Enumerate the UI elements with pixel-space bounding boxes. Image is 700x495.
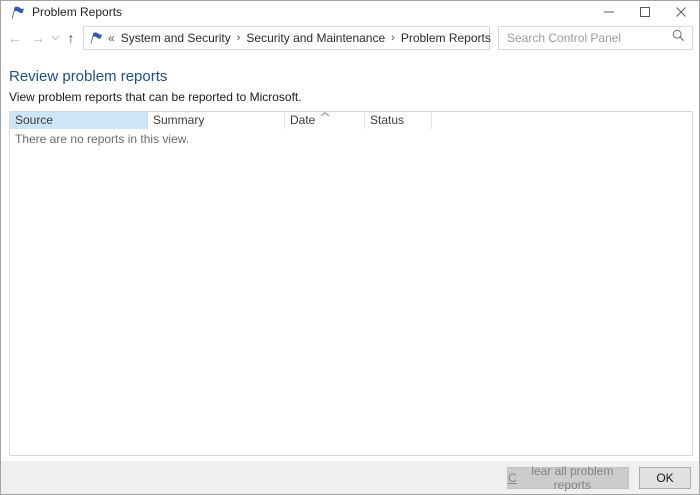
footer-bar: Clear all problem reports OK — [1, 461, 699, 494]
breadcrumb-item-security-and-maintenance[interactable]: Security and Maintenance — [246, 31, 385, 45]
problem-reports-list: Source Summary Date Status There are no … — [9, 111, 693, 456]
minimize-icon — [604, 11, 614, 13]
breadcrumb-item-system-and-security[interactable]: System and Security — [121, 31, 231, 45]
back-icon: ← — [8, 30, 22, 46]
up-button[interactable]: ↑ — [62, 23, 80, 53]
breadcrumb-separator-chevron[interactable]: › — [237, 32, 241, 44]
breadcrumb-separator-chevron[interactable]: › — [391, 32, 395, 44]
title-bar: Problem Reports — [1, 1, 699, 23]
back-button[interactable]: ← — [5, 23, 25, 53]
problem-reports-window: Problem Reports ← → ↑ « System and Secur… — [0, 0, 700, 495]
page-description: View problem reports that can be reporte… — [9, 90, 302, 104]
column-header-source[interactable]: Source — [10, 112, 148, 129]
close-button[interactable] — [663, 1, 699, 23]
security-flag-icon — [89, 31, 103, 45]
forward-icon: → — [31, 30, 45, 46]
list-header: Source Summary Date Status — [10, 112, 692, 129]
search-input[interactable] — [499, 27, 672, 49]
clear-all-problem-reports-button[interactable]: Clear all problem reports — [507, 463, 629, 492]
window-title: Problem Reports — [32, 5, 123, 19]
column-header-date[interactable]: Date — [285, 112, 365, 129]
sort-ascending-icon — [320, 112, 329, 117]
maximize-button[interactable] — [627, 1, 663, 23]
empty-list-message: There are no reports in this view. — [15, 132, 190, 146]
search-box — [498, 26, 693, 50]
close-icon — [676, 7, 686, 17]
search-icon[interactable] — [672, 29, 685, 47]
ok-button[interactable]: OK — [639, 466, 691, 489]
column-header-status[interactable]: Status — [365, 112, 432, 129]
clear-button-label: lear all problem reports — [531, 463, 614, 492]
address-bar[interactable]: « System and Security › Security and Mai… — [83, 26, 519, 50]
maximize-icon — [640, 7, 650, 17]
column-header-summary[interactable]: Summary — [148, 112, 285, 129]
recent-pages-button[interactable] — [49, 23, 62, 53]
page-title: Review problem reports — [9, 68, 168, 85]
minimize-button[interactable] — [591, 1, 627, 23]
breadcrumb-overflow-chevron[interactable]: « — [108, 31, 115, 45]
up-icon: ↑ — [67, 30, 75, 46]
chevron-down-icon — [51, 35, 60, 41]
navigation-toolbar: ← → ↑ « System and Security › Security a… — [1, 23, 699, 53]
clear-button-accelerator: C — [508, 470, 517, 485]
window-controls — [591, 1, 699, 23]
breadcrumb-item-problem-reports[interactable]: Problem Reports — [401, 31, 491, 45]
column-header-date-label: Date — [290, 113, 316, 127]
security-flag-icon — [10, 5, 25, 20]
forward-button[interactable]: → — [28, 23, 48, 53]
